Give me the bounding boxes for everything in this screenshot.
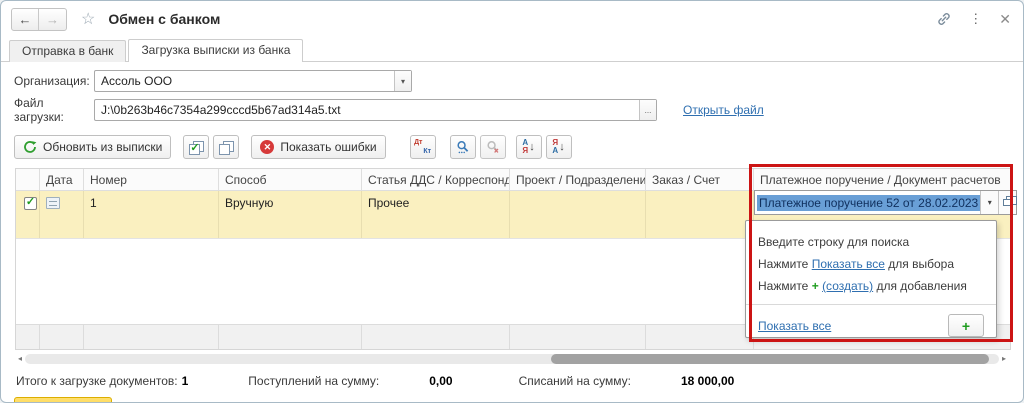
column-checkbox[interactable] (16, 169, 40, 190)
organization-label: Организация: (14, 74, 94, 88)
form-area: Организация: Ассоль ООО ▾ Файл загрузки:… (1, 62, 1023, 124)
payment-doc-dropdown-button[interactable]: ▾ (980, 191, 998, 214)
search-icon (456, 140, 470, 154)
row-method-cell[interactable]: Вручную (219, 191, 362, 238)
tab-bar: Отправка в банк Загрузка выписки из банк… (1, 37, 1023, 62)
column-payment-doc[interactable]: Платежное поручение / Документ расчетов (754, 169, 1010, 190)
more-menu-icon[interactable]: ⋮ (969, 11, 982, 27)
open-file-link[interactable]: Открыть файл (683, 103, 764, 117)
column-order[interactable]: Заказ / Счет (646, 169, 754, 190)
document-icon[interactable] (46, 197, 60, 209)
horizontal-scrollbar[interactable]: ◂ ▸ (15, 353, 1009, 364)
total-docs-label: Итого к загрузке документов: (16, 374, 178, 388)
select-all-icon: ✓ (189, 141, 203, 154)
refresh-from-statement-button[interactable]: Обновить из выписки (14, 135, 171, 159)
plus-icon: + (812, 279, 819, 293)
action-bar: Загрузить Отчет о загрузке (1, 388, 1023, 403)
scroll-right-arrow-icon[interactable]: ▸ (999, 354, 1009, 363)
create-new-button[interactable]: + (948, 314, 984, 337)
column-number[interactable]: Номер (84, 169, 219, 190)
column-method[interactable]: Способ (219, 169, 362, 190)
show-errors-button[interactable]: ✕ Показать ошибки (251, 135, 385, 159)
select-all-button[interactable]: ✓ (183, 135, 209, 159)
create-inline-link[interactable]: (создать) (822, 279, 873, 293)
forward-button[interactable]: → (39, 9, 66, 30)
table-header-row: Дата Номер Способ Статья ДДС / Корреспон… (16, 169, 1010, 191)
payment-doc-field[interactable]: Платежное поручение 52 от 28.02.2023 ▾ (754, 190, 1017, 215)
close-icon[interactable]: ✕ (999, 11, 1011, 28)
sort-ascending-button[interactable]: АЯ ↓ (516, 135, 542, 159)
refresh-icon (23, 140, 37, 154)
income-label: Поступлений на сумму: (248, 374, 379, 388)
scrollbar-thumb[interactable] (551, 354, 989, 364)
hint-create: Нажмите + (создать) для добавления (758, 275, 984, 297)
scrollbar-track[interactable] (25, 354, 999, 364)
load-button[interactable]: Загрузить (14, 397, 112, 403)
show-all-inline-link[interactable]: Показать все (812, 257, 885, 271)
cancel-search-icon (486, 140, 500, 154)
popup-divider (746, 304, 996, 305)
hint-search: Введите строку для поиска (758, 231, 984, 253)
statement-table: Дата Номер Способ Статья ДДС / Корреспон… (15, 168, 1011, 350)
browse-file-button[interactable]: ... (639, 100, 656, 120)
payment-doc-selected-text: Платежное поручение 52 от 28.02.2023 (757, 195, 980, 211)
row-project-cell[interactable] (510, 191, 646, 238)
payment-doc-open-button[interactable] (998, 191, 1016, 214)
total-docs-value: 1 (182, 374, 189, 388)
cancel-search-button[interactable] (480, 135, 506, 159)
deselect-all-icon (219, 141, 233, 154)
copy-link-icon[interactable] (936, 11, 952, 27)
favorite-star-icon[interactable]: ☆ (81, 9, 95, 29)
organization-dropdown-button[interactable]: ▾ (394, 71, 411, 91)
tab-load-statement[interactable]: Загрузка выписки из банка (128, 39, 303, 62)
organization-value: Ассоль ООО (95, 71, 394, 91)
titlebar: ← → ☆ Обмен с банком ⋮ ✕ (1, 1, 1023, 37)
search-button[interactable] (450, 135, 476, 159)
column-dds-article[interactable]: Статья ДДС / Корреспонде... (362, 169, 510, 190)
debit-credit-icon: ДтКт (414, 139, 431, 155)
row-dds-article-cell[interactable]: Прочее (362, 191, 510, 238)
load-file-label: Файл загрузки: (14, 96, 94, 124)
deselect-all-button[interactable] (213, 135, 239, 159)
back-button[interactable]: ← (12, 9, 39, 30)
row-number-cell[interactable]: 1 (84, 191, 219, 238)
row-order-cell[interactable] (646, 191, 754, 238)
sort-descending-icon: ЯА ↓ (552, 139, 564, 155)
column-project[interactable]: Проект / Подразделение (510, 169, 646, 190)
organization-combobox[interactable]: Ассоль ООО ▾ (94, 70, 412, 92)
totals-bar: Итого к загрузке документов: 1 Поступлений… (1, 364, 1023, 388)
load-file-input[interactable]: J:\0b263b46c7354a299cccd5b67ad314a5.txt … (94, 99, 657, 121)
sort-ascending-icon: АЯ ↓ (522, 139, 534, 155)
row-date-cell[interactable] (40, 191, 84, 238)
payment-doc-dropdown-popup: Введите строку для поиска Нажмите Показа… (745, 220, 997, 338)
debit-credit-button[interactable]: ДтКт (410, 135, 436, 159)
hint-select: Нажмите Показать все для выбора (758, 253, 984, 275)
open-document-icon (1003, 199, 1012, 206)
income-value: 0,00 (429, 374, 452, 388)
outcome-label: Списаний на сумму: (519, 374, 631, 388)
load-file-value: J:\0b263b46c7354a299cccd5b67ad314a5.txt (95, 100, 639, 120)
outcome-value: 18 000,00 (681, 374, 734, 388)
row-checkbox-cell: ✓ (16, 191, 40, 238)
scroll-left-arrow-icon[interactable]: ◂ (15, 354, 25, 363)
show-all-link[interactable]: Показать все (758, 319, 831, 333)
column-date[interactable]: Дата (40, 169, 84, 190)
table-toolbar: Обновить из выписки ✓ ✕ Показать ошибки … (1, 128, 1023, 166)
row-checkbox[interactable]: ✓ (24, 197, 37, 210)
page-title: Обмен с банком (108, 11, 220, 27)
tab-send-to-bank[interactable]: Отправка в банк (9, 40, 126, 62)
bank-exchange-window: ← → ☆ Обмен с банком ⋮ ✕ Отправка в банк… (0, 0, 1024, 403)
history-nav-group: ← → (11, 8, 67, 31)
error-icon: ✕ (260, 140, 274, 154)
sort-descending-button[interactable]: ЯА ↓ (546, 135, 572, 159)
